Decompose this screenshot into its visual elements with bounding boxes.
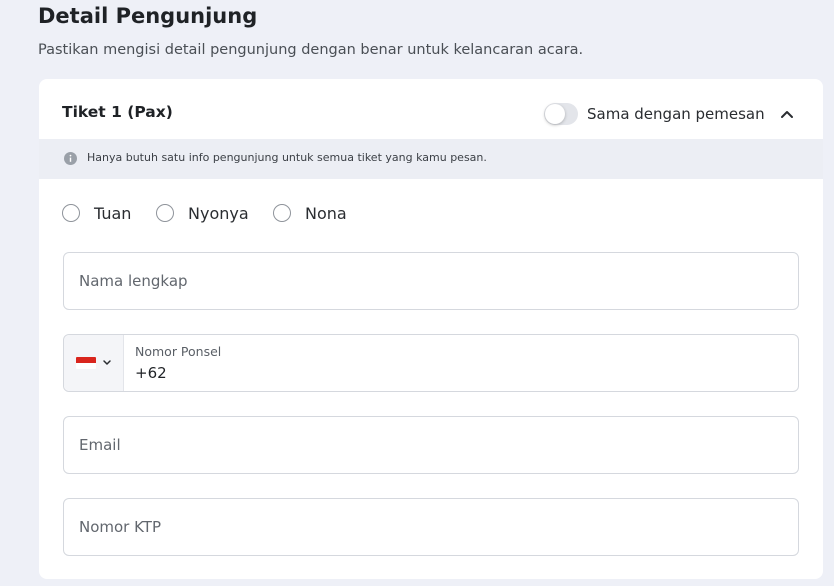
- full-name-placeholder: Nama lengkap: [79, 272, 188, 290]
- country-code-selector[interactable]: [64, 335, 124, 391]
- ticket-header: Tiket 1 (Pax) Sama dengan pemesan: [39, 79, 823, 139]
- radio-circle: [273, 204, 291, 222]
- toggle-knob: [545, 104, 565, 124]
- ticket-title: Tiket 1 (Pax): [62, 103, 173, 121]
- phone-label: Nomor Ponsel: [135, 344, 222, 359]
- same-as-booker-label[interactable]: Sama dengan pemesan: [587, 105, 765, 123]
- radio-nyonya[interactable]: Nyonya: [156, 203, 256, 225]
- radio-circle: [62, 204, 80, 222]
- indonesia-flag-icon: [76, 357, 96, 369]
- radio-label: Nyonya: [188, 204, 249, 223]
- ktp-placeholder: Nomor KTP: [79, 518, 162, 536]
- radio-nona[interactable]: Nona: [273, 203, 363, 225]
- info-banner: Hanya butuh satu info pengunjung untuk s…: [39, 139, 823, 179]
- flag-white-stripe: [76, 363, 96, 369]
- email-placeholder: Email: [79, 436, 121, 454]
- chevron-up-icon[interactable]: [779, 106, 795, 122]
- page-title: Detail Pengunjung: [38, 4, 258, 28]
- full-name-field[interactable]: Nama lengkap: [63, 252, 799, 310]
- phone-input[interactable]: +62: [135, 364, 167, 382]
- radio-label: Nona: [305, 204, 347, 223]
- radio-label: Tuan: [94, 204, 132, 223]
- page-subtitle: Pastikan mengisi detail pengunjung denga…: [38, 42, 584, 58]
- chevron-down-icon: [103, 360, 111, 365]
- same-as-booker-toggle[interactable]: [544, 103, 578, 125]
- email-field[interactable]: Email: [63, 416, 799, 474]
- info-icon: [64, 152, 77, 165]
- title-radio-group: Tuan Nyonya Nona: [62, 203, 462, 225]
- radio-tuan[interactable]: Tuan: [62, 203, 142, 225]
- info-text: Hanya butuh satu info pengunjung untuk s…: [87, 151, 487, 164]
- ktp-field[interactable]: Nomor KTP: [63, 498, 799, 556]
- radio-circle: [156, 204, 174, 222]
- visitor-card: Tiket 1 (Pax) Sama dengan pemesan Hanya …: [39, 79, 823, 579]
- phone-field[interactable]: Nomor Ponsel +62: [63, 334, 799, 392]
